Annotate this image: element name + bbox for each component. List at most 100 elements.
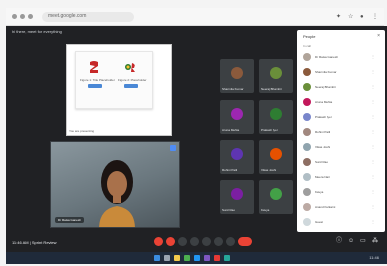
meet-window: hi there, meet for everything Figure 1: … — [6, 26, 387, 252]
mic-off-button[interactable] — [154, 237, 163, 246]
leave-call-button[interactable] — [238, 237, 252, 246]
more-options-button[interactable] — [226, 237, 235, 246]
app-icon[interactable] — [224, 255, 230, 261]
extension-icon[interactable]: ✦ — [336, 13, 341, 21]
mic-icon[interactable]: ⋮ — [371, 84, 375, 89]
people-list-item[interactable]: Meera Nair ⋮ — [301, 170, 381, 185]
participant-tile[interactable]: Aruna Mehta — [220, 100, 254, 134]
mic-icon[interactable]: ⋮ — [371, 129, 375, 134]
address-bar[interactable]: meet.google.com — [42, 12, 134, 22]
chrome-icon[interactable] — [184, 255, 190, 261]
participant-tile[interactable]: Vikas Joshi — [259, 140, 293, 174]
person-name: Guest — [315, 220, 324, 224]
mic-icon[interactable]: ⋮ — [371, 189, 375, 194]
chat-icon[interactable]: ▭ — [360, 238, 366, 245]
mic-icon[interactable]: ⋮ — [371, 144, 375, 149]
person-video — [99, 160, 135, 227]
participant-name: Aruna Mehta — [222, 128, 240, 132]
info-icon[interactable]: ⓘ — [336, 238, 342, 245]
person-name: Sunil Rao — [315, 160, 329, 164]
people-list-item[interactable]: Prakash Iyer ⋮ — [301, 110, 381, 125]
reactions-button[interactable] — [214, 237, 223, 246]
avatar — [303, 128, 311, 136]
people-list-item[interactable]: Sharmila Kumar ⋮ — [301, 65, 381, 80]
figure-left-button[interactable] — [88, 84, 102, 88]
participant-tile[interactable]: Kavya — [259, 180, 293, 214]
avatar — [303, 113, 311, 121]
raise-hand-button[interactable] — [190, 237, 199, 246]
people-panel: People × In call Dr Raisa Ganesh ⋮ Sharmil… — [297, 30, 385, 232]
people-icon[interactable]: ☺ — [348, 238, 354, 245]
participant-tile[interactable]: Prakash Iyer — [259, 100, 293, 134]
people-list-item[interactable]: Guest ⋮ — [301, 215, 381, 230]
menu-icon[interactable]: ⋮ — [372, 13, 378, 21]
figure-right-button[interactable] — [124, 84, 138, 88]
participant-name: Sunil Rao — [222, 208, 236, 212]
person-name: Anand Kulkarni — [315, 205, 336, 209]
figure-right-label: Figure 2: Placeholder — [118, 78, 147, 82]
taskbar: 11:46 — [6, 252, 387, 264]
participant-name: Neeraj Bhambri — [261, 87, 282, 91]
pin-icon[interactable] — [170, 145, 176, 151]
meeting-time: 11:46 AM | Sprint Review — [12, 240, 57, 245]
file-explorer-icon[interactable] — [174, 255, 180, 261]
start-icon[interactable] — [154, 255, 160, 261]
people-list-item[interactable]: Vikas Joshi ⋮ — [301, 140, 381, 155]
person-name: Dr Raisa Ganesh — [315, 55, 339, 59]
participant-name: Prakash Iyer — [261, 128, 278, 132]
participant-tile[interactable]: Sunil Rao — [220, 180, 254, 214]
mic-icon[interactable]: ⋮ — [371, 54, 375, 59]
app-icon[interactable] — [214, 255, 220, 261]
reload-icon[interactable] — [28, 14, 33, 19]
avatar — [303, 53, 311, 61]
screenshot-frame: meet.google.com ✦ ☆ ● ⋮ hi there, meet f… — [0, 0, 387, 266]
captions-button[interactable] — [178, 237, 187, 246]
people-list-item[interactable]: Dr Raisa Ganesh ⋮ — [301, 50, 381, 65]
forward-icon[interactable] — [20, 14, 25, 19]
people-list-item[interactable]: Aruna Mehta ⋮ — [301, 95, 381, 110]
presentation-tile[interactable]: Figure 1: Title Placeholder Figure 2: Pl… — [66, 44, 172, 136]
taskbar-clock: 11:46 — [369, 255, 379, 260]
avatar — [303, 218, 311, 226]
person-name: Neeraj Bhambri — [315, 85, 336, 89]
mic-icon[interactable]: ⋮ — [371, 159, 375, 164]
panel-subtitle: In call — [303, 44, 311, 48]
avatar — [303, 83, 311, 91]
control-bar: 11:46 AM | Sprint Review ⓘ ☺ ▭ ⁂ — [6, 235, 387, 252]
people-list-item[interactable]: Neeraj Bhambri ⋮ — [301, 80, 381, 95]
participant-tile[interactable]: Neeraj Bhambri — [259, 59, 293, 93]
camera-off-button[interactable] — [166, 237, 175, 246]
figure-left-label: Figure 1: Title Placeholder — [80, 78, 115, 82]
participant-tile[interactable]: Sharmila Kumar — [220, 59, 254, 93]
mic-icon[interactable]: ⋮ — [371, 219, 375, 224]
search-icon[interactable] — [164, 255, 170, 261]
person-name: Vikas Joshi — [315, 145, 331, 149]
mic-icon[interactable]: ⋮ — [371, 174, 375, 179]
people-list-item[interactable]: Kavya ⋮ — [301, 185, 381, 200]
person-name: Prakash Iyer — [315, 115, 332, 119]
avatar — [303, 173, 311, 181]
activities-icon[interactable]: ⁂ — [372, 238, 378, 245]
meeting-title: hi there, meet for everything — [12, 29, 62, 34]
people-list-item[interactable]: Rohini Patil ⋮ — [301, 125, 381, 140]
mic-icon[interactable]: ⋮ — [371, 99, 375, 104]
participant-tile[interactable]: Rohini Patil — [220, 140, 254, 174]
avatar — [303, 203, 311, 211]
camera-tile[interactable]: Dr Raisa Ganesh — [50, 141, 180, 228]
teams-icon[interactable] — [204, 255, 210, 261]
star-icon[interactable]: ☆ — [348, 13, 353, 21]
people-list-item[interactable]: Sunil Rao ⋮ — [301, 155, 381, 170]
mic-icon[interactable]: ⋮ — [371, 114, 375, 119]
avatar — [231, 108, 243, 120]
mic-icon[interactable]: ⋮ — [371, 69, 375, 74]
edge-icon[interactable] — [194, 255, 200, 261]
presenter-label: You are presenting — [69, 129, 95, 133]
profile-icon[interactable]: ● — [360, 13, 364, 21]
present-button[interactable] — [202, 237, 211, 246]
back-icon[interactable] — [12, 14, 17, 19]
mic-icon[interactable]: ⋮ — [371, 204, 375, 209]
avatar — [303, 188, 311, 196]
people-list-item[interactable]: Anand Kulkarni ⋮ — [301, 200, 381, 215]
close-icon[interactable]: × — [377, 33, 380, 39]
person-name: Kavya — [315, 190, 324, 194]
